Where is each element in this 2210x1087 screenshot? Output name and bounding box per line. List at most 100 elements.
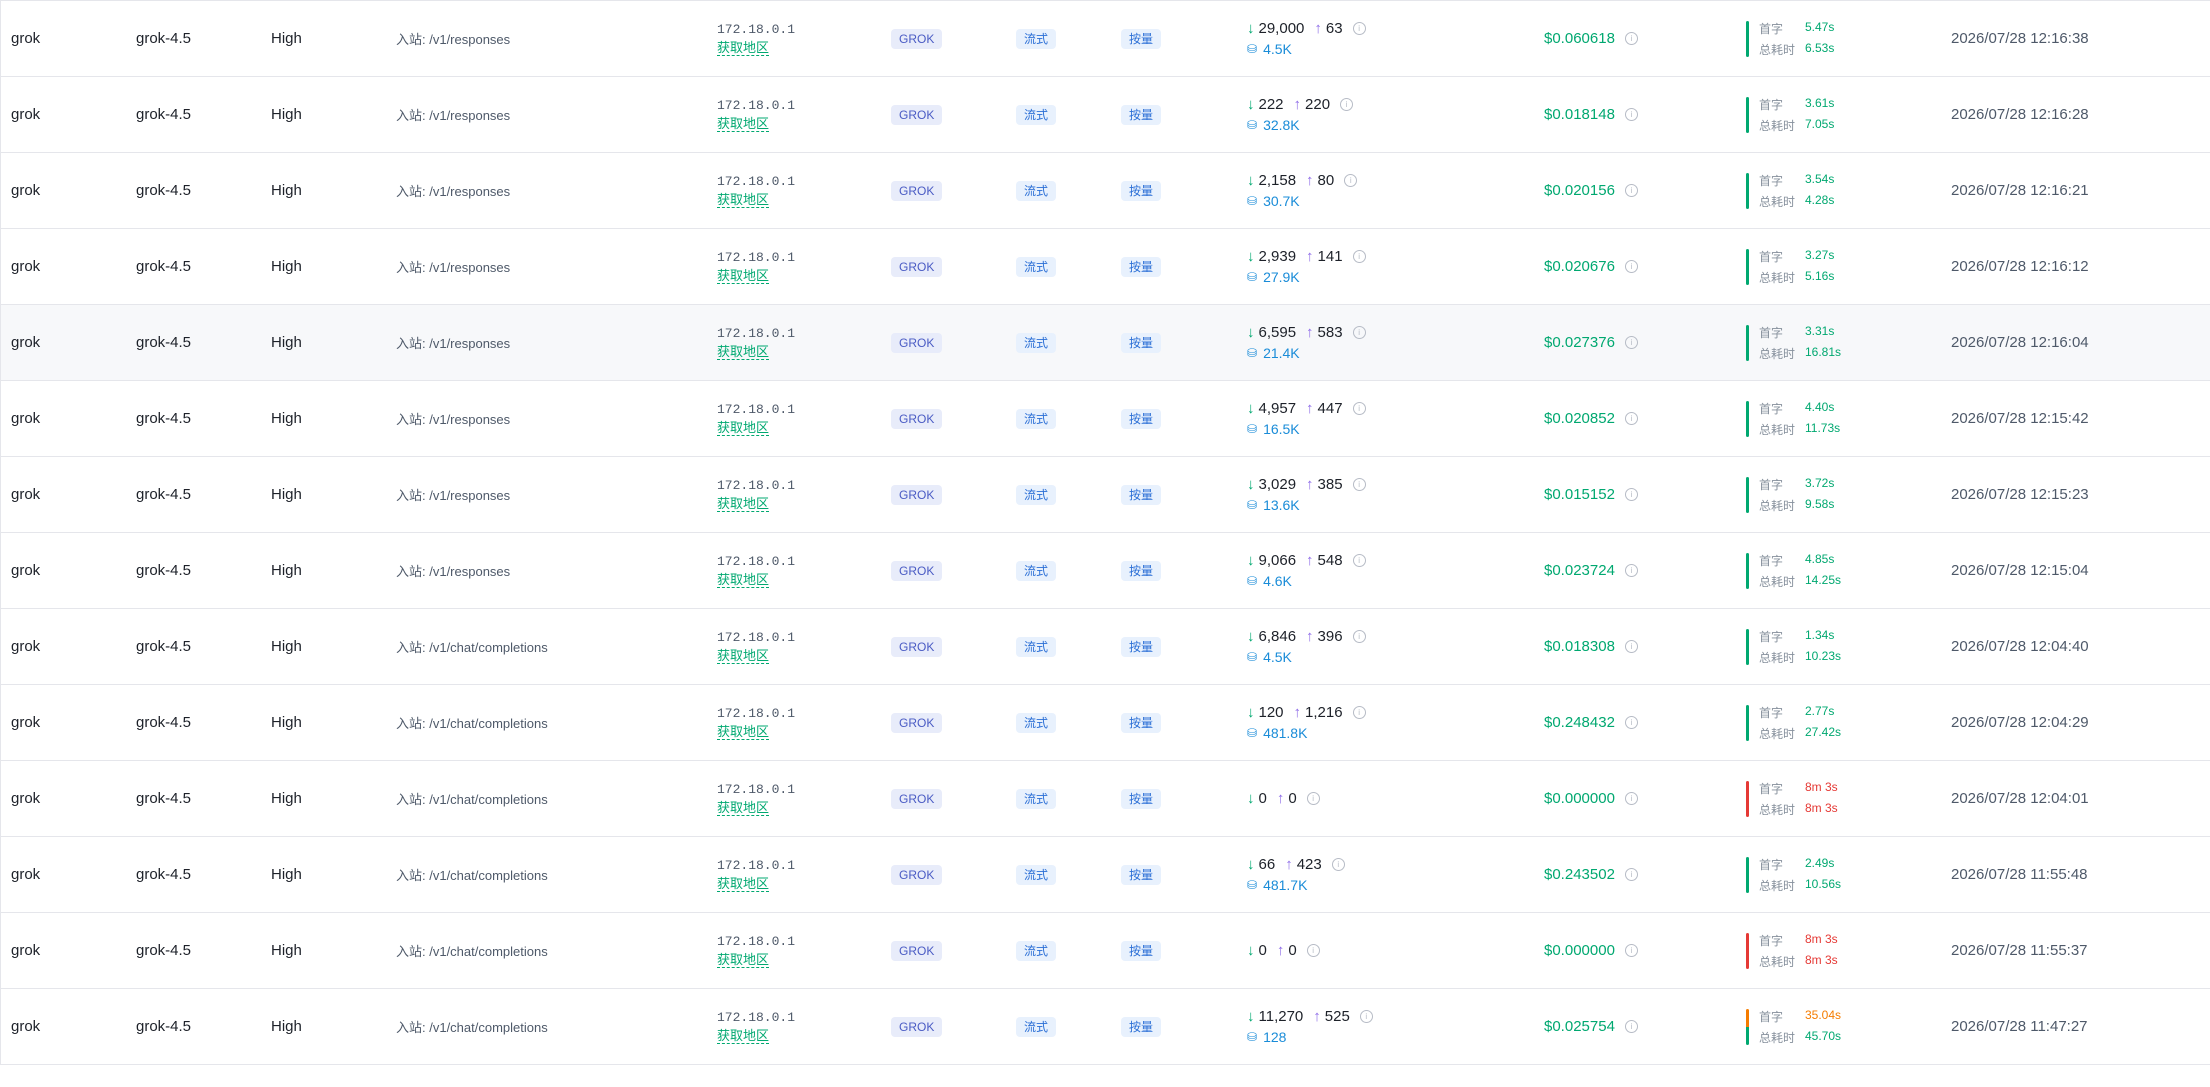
cost-value: $0.018308 [1544, 638, 1615, 655]
get-region-link[interactable]: 获取地区 [717, 420, 770, 436]
cost-info-icon[interactable]: i [1624, 564, 1638, 577]
get-region-link[interactable]: 获取地区 [717, 876, 770, 892]
cache-icon: ⛁ [1247, 270, 1258, 284]
token-info-icon[interactable]: i [1352, 554, 1366, 567]
token-info-icon[interactable]: i [1306, 792, 1320, 805]
get-region-link[interactable]: 获取地区 [717, 572, 770, 588]
cost-value: $0.023724 [1544, 562, 1615, 579]
output-tokens: 447 [1317, 400, 1343, 417]
total-time-label: 总耗时 [1759, 194, 1796, 209]
cost-info-icon[interactable]: i [1624, 488, 1638, 501]
cache-tokens: 16.5K [1263, 421, 1300, 437]
cost-info-icon[interactable]: i [1624, 1020, 1638, 1033]
billing-tag: 按量 [1121, 28, 1162, 49]
token-info-icon[interactable]: i [1352, 250, 1366, 263]
table-row[interactable]: grok grok-4.5 High 入站: /v1/responses 172… [0, 1, 2210, 77]
cost-info-icon[interactable]: i [1624, 184, 1638, 197]
get-region-link[interactable]: 获取地区 [717, 192, 770, 208]
get-region-link[interactable]: 获取地区 [717, 344, 770, 360]
get-region-link[interactable]: 获取地区 [717, 800, 770, 816]
cache-line: ⛁ 481.8K [1247, 725, 1307, 741]
token-info-icon[interactable]: i [1359, 1010, 1373, 1023]
total-time-label: 总耗时 [1759, 118, 1796, 133]
arrow-up-icon: ↑ [1306, 172, 1314, 189]
token-info-icon[interactable]: i [1352, 706, 1366, 719]
table-row[interactable]: grok grok-4.5 High 入站: /v1/responses 172… [0, 381, 2210, 457]
cache-icon: ⛁ [1247, 1030, 1258, 1044]
token-info-icon[interactable]: i [1352, 402, 1366, 415]
stream-cell: 流式 [1016, 533, 1057, 608]
first-token-label: 首字 [1759, 325, 1784, 340]
get-region-link[interactable]: 获取地区 [717, 648, 770, 664]
cost-info-icon[interactable]: i [1624, 792, 1638, 805]
table-row[interactable]: grok grok-4.5 High 入站: /v1/chat/completi… [0, 989, 2210, 1065]
table-row[interactable]: grok grok-4.5 High 入站: /v1/chat/completi… [0, 609, 2210, 685]
latency-cell: 首字 3.31s 总耗时 16.81s [1746, 305, 1841, 380]
latency-cell: 首字 2.77s 总耗时 27.42s [1746, 685, 1841, 760]
get-region-link[interactable]: 获取地区 [717, 724, 770, 740]
token-info-icon[interactable]: i [1340, 98, 1354, 111]
get-region-link[interactable]: 获取地区 [717, 496, 770, 512]
output-tokens: 0 [1288, 790, 1297, 807]
token-info-icon[interactable]: i [1352, 22, 1366, 35]
latency-status-bar [1746, 552, 1749, 589]
token-info-icon[interactable]: i [1352, 478, 1366, 491]
get-region-link[interactable]: 获取地区 [717, 952, 770, 968]
cost-info-icon[interactable]: i [1624, 944, 1638, 957]
latency-grid: 首字 3.61s 总耗时 7.05s [1759, 96, 1834, 134]
model-name: grok-4.5 [136, 714, 192, 731]
inbound-endpoint: 入站: /v1/responses [396, 336, 511, 351]
token-info-icon[interactable]: i [1352, 630, 1366, 643]
total-time-label: 总耗时 [1759, 270, 1796, 285]
table-row[interactable]: grok grok-4.5 High 入站: /v1/responses 172… [0, 457, 2210, 533]
ip-cell: 172.18.0.1 获取地区 [717, 837, 795, 912]
token-info-icon[interactable]: i [1344, 174, 1358, 187]
table-row[interactable]: grok grok-4.5 High 入站: /v1/responses 172… [0, 305, 2210, 381]
cost-info-icon[interactable]: i [1624, 412, 1638, 425]
table-row[interactable]: grok grok-4.5 High 入站: /v1/chat/completi… [0, 913, 2210, 989]
reasoning-effort: High [271, 30, 302, 47]
latency-status-bar [1746, 628, 1749, 665]
table-row[interactable]: grok grok-4.5 High 入站: /v1/chat/completi… [0, 685, 2210, 761]
cost-info-icon[interactable]: i [1624, 336, 1638, 349]
billing-tag: 按量 [1121, 560, 1162, 581]
get-region-link[interactable]: 获取地区 [717, 116, 770, 132]
get-region-link[interactable]: 获取地区 [717, 268, 770, 284]
table-row[interactable]: grok grok-4.5 High 入站: /v1/chat/completi… [0, 761, 2210, 837]
cost-info-icon[interactable]: i [1624, 716, 1638, 729]
table-row[interactable]: grok grok-4.5 High 入站: /v1/responses 172… [0, 533, 2210, 609]
reasoning-effort: High [271, 410, 302, 427]
input-tokens: 3,029 [1258, 476, 1297, 493]
latency-grid: 首字 3.54s 总耗时 4.28s [1759, 172, 1834, 210]
latency-grid: 首字 1.34s 总耗时 10.23s [1759, 628, 1841, 666]
output-tokens: 385 [1317, 476, 1343, 493]
token-info-icon[interactable]: i [1352, 326, 1366, 339]
arrow-down-icon: ↓ [1247, 248, 1255, 265]
latency-cell: 首字 4.40s 总耗时 11.73s [1746, 381, 1840, 456]
table-row[interactable]: grok grok-4.5 High 入站: /v1/responses 172… [0, 153, 2210, 229]
arrow-up-icon: ↑ [1276, 942, 1285, 959]
cost-value: $0.020852 [1544, 410, 1615, 427]
token-info-icon[interactable]: i [1331, 858, 1345, 871]
total-time-value: 10.23s [1805, 648, 1842, 663]
get-region-link[interactable]: 获取地区 [717, 40, 770, 56]
latency-grid: 首字 8m 3s 总耗时 8m 3s [1759, 780, 1838, 818]
get-region-link[interactable]: 获取地区 [717, 1028, 770, 1044]
cost-info-icon[interactable]: i [1624, 260, 1638, 273]
cost-info-icon[interactable]: i [1624, 640, 1638, 653]
table-row[interactable]: grok grok-4.5 High 入站: /v1/responses 172… [0, 77, 2210, 153]
ip-cell: 172.18.0.1 获取地区 [717, 609, 795, 684]
cost-value: $0.025754 [1544, 1018, 1615, 1035]
first-token-label: 首字 [1759, 477, 1784, 492]
arrow-up-icon: ↑ [1293, 704, 1302, 721]
table-row[interactable]: grok grok-4.5 High 入站: /v1/chat/completi… [0, 837, 2210, 913]
cost-info-icon[interactable]: i [1624, 32, 1638, 45]
ip-address: 172.18.0.1 [717, 781, 796, 797]
cost-info-icon[interactable]: i [1624, 868, 1638, 881]
cost-info-icon[interactable]: i [1624, 108, 1638, 121]
token-info-icon[interactable]: i [1306, 944, 1320, 957]
table-row[interactable]: grok grok-4.5 High 入站: /v1/responses 172… [0, 229, 2210, 305]
arrow-up-icon: ↑ [1285, 856, 1293, 873]
cache-line: ⛁ 21.4K [1247, 345, 1300, 361]
stream-cell: 流式 [1016, 685, 1057, 760]
